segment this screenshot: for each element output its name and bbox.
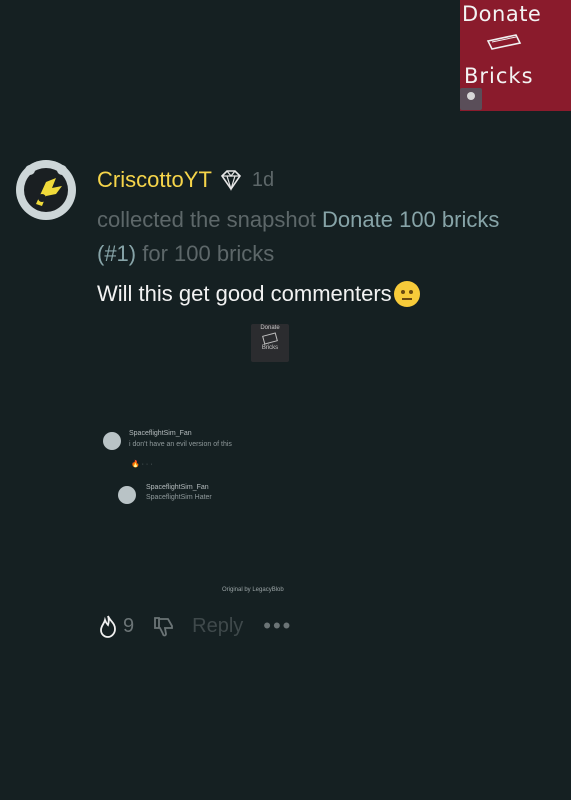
neutral-face-emoji	[393, 281, 420, 307]
comment-avatar	[103, 432, 121, 450]
avatar[interactable]	[16, 160, 76, 220]
post-message: Will this get good commenters	[97, 281, 420, 307]
brick-icon	[262, 332, 278, 345]
post-time: 1d	[251, 168, 275, 191]
activity-suffix: for 100 bricks	[136, 241, 275, 266]
post-header: CriscottoYT 1d	[97, 165, 274, 195]
comment-author: SpaceflightSim_Fan	[129, 430, 192, 437]
comment-text: i don't have an evil version of this	[129, 441, 232, 448]
diamond-badge-icon	[220, 170, 241, 192]
more-options-button[interactable]: •••	[263, 613, 292, 639]
reply-button[interactable]: Reply	[192, 615, 243, 638]
comment-text: SpaceflightSim Hater	[146, 494, 212, 501]
post-actions: 9 Reply •••	[97, 612, 292, 640]
username-link[interactable]: CriscottoYT	[97, 167, 212, 193]
embedded-credit: Original by LegacyBlob	[222, 587, 284, 593]
snapshot-thumbnail[interactable]: Donate Bricks	[460, 0, 571, 111]
thumbnail-title-line1: Donate	[462, 2, 542, 26]
attachment-image[interactable]: Donate Bricks	[251, 324, 289, 362]
message-text: Will this get good commenters	[97, 281, 392, 306]
attachment-line2: Bricks	[261, 345, 279, 351]
fire-icon[interactable]	[97, 614, 119, 638]
thumbnail-title-line2: Bricks	[464, 64, 534, 88]
like-count: 9	[123, 614, 135, 637]
attachment-line1: Donate	[260, 325, 280, 331]
activity-prefix: collected the snapshot	[97, 207, 323, 232]
comment-avatar	[118, 486, 136, 504]
brick-icon	[486, 34, 522, 50]
comment-author: SpaceflightSim_Fan	[146, 484, 209, 491]
plane-icon	[25, 165, 67, 206]
activity-text: collected the snapshot Donate 100 bricks…	[97, 203, 517, 271]
comment-actions: 🔥 · · ·	[131, 461, 153, 468]
mini-avatar	[460, 88, 482, 110]
thumbs-down-icon[interactable]	[152, 614, 176, 638]
